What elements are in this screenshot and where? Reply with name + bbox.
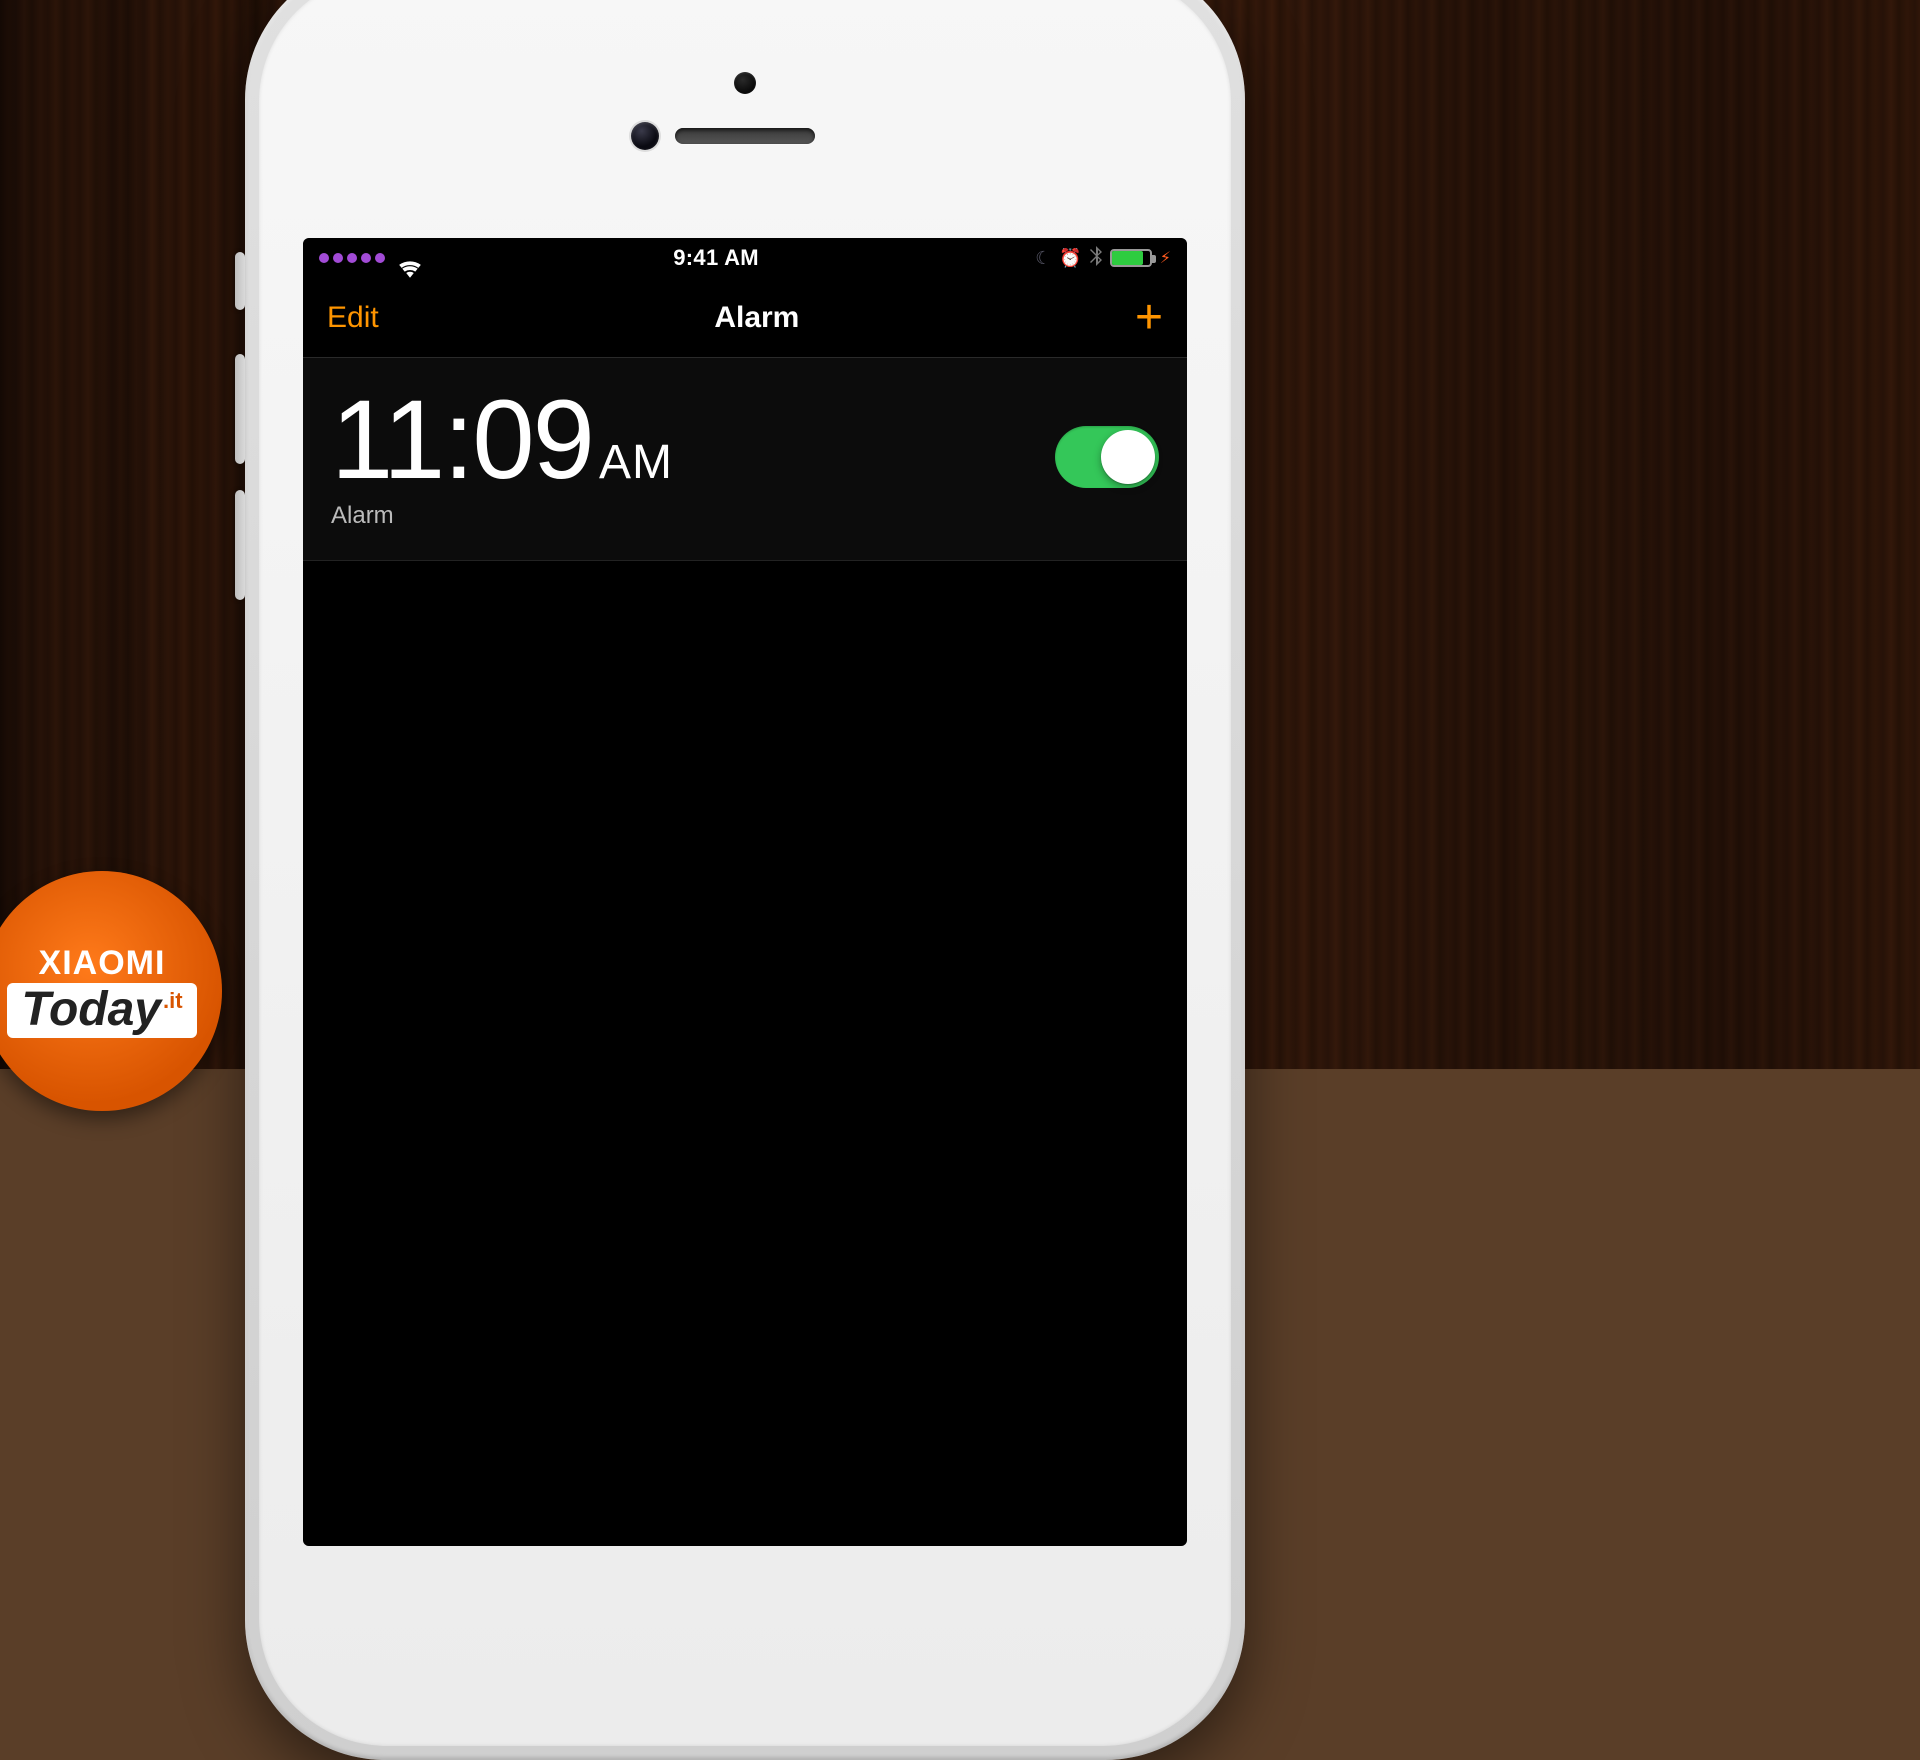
toggle-knob — [1101, 430, 1155, 484]
battery-icon — [1110, 249, 1152, 267]
mute-switch[interactable] — [235, 252, 245, 310]
proximity-sensor — [734, 72, 756, 94]
front-camera — [631, 122, 659, 150]
bluetooth-icon — [1090, 246, 1102, 271]
wood-desk-background-right — [1515, 0, 1920, 1069]
watermark-line2: Today.it — [7, 983, 196, 1037]
status-bar-right: ☾ ⏰ ⚡︎ — [1035, 246, 1171, 271]
status-bar-left — [319, 253, 397, 263]
alarm-set-icon: ⏰ — [1059, 248, 1081, 269]
page-title: Alarm — [714, 301, 799, 335]
cellular-signal-icon — [319, 253, 385, 263]
alarm-time-value: 11:09 — [331, 384, 593, 496]
add-alarm-button[interactable]: + — [1135, 306, 1163, 330]
iphone-device-frame: 9:41 AM ☾ ⏰ ⚡︎ Edit Alarm + — [245, 0, 1245, 1760]
alarm-toggle[interactable] — [1055, 426, 1159, 488]
watermark-line1: XIAOMI — [39, 944, 166, 983]
phone-screen: 9:41 AM ☾ ⏰ ⚡︎ Edit Alarm + — [303, 238, 1187, 1546]
do-not-disturb-icon: ☾ — [1035, 248, 1051, 269]
volume-down-button[interactable] — [235, 490, 245, 600]
edit-button[interactable]: Edit — [327, 301, 379, 335]
alarm-list-empty-area — [303, 561, 1187, 1261]
alarm-info: 11:09 AM Alarm — [331, 384, 673, 530]
status-bar: 9:41 AM ☾ ⏰ ⚡︎ — [303, 238, 1187, 278]
volume-up-button[interactable] — [235, 354, 245, 464]
alarm-label: Alarm — [331, 502, 673, 530]
alarm-time: 11:09 AM — [331, 384, 673, 496]
status-bar-time: 9:41 AM — [673, 245, 759, 271]
iphone-bezel: 9:41 AM ☾ ⏰ ⚡︎ Edit Alarm + — [259, 0, 1231, 1746]
earpiece-speaker — [675, 128, 815, 144]
navigation-bar: Edit Alarm + — [303, 278, 1187, 358]
alarm-ampm: AM — [599, 439, 673, 487]
alarm-row[interactable]: 11:09 AM Alarm — [303, 358, 1187, 561]
charging-icon: ⚡︎ — [1160, 248, 1171, 268]
